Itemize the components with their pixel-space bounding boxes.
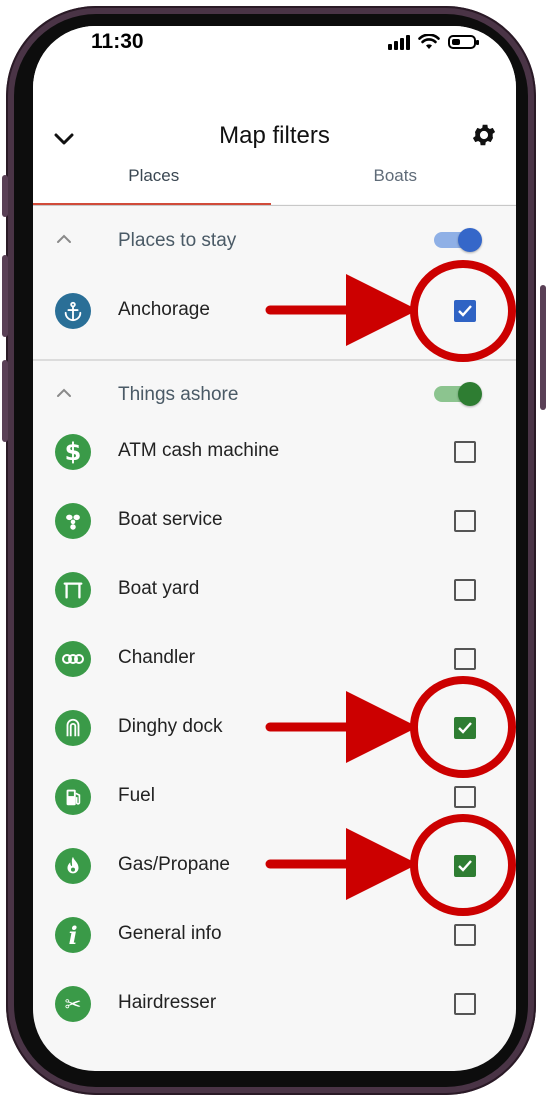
places-to-stay-toggle[interactable] [434, 228, 482, 252]
list-item-label: ATM cash machine [118, 440, 280, 461]
battery-icon [448, 35, 479, 49]
status-time: 11:30 [91, 30, 144, 53]
chandler-checkbox[interactable] [454, 648, 476, 670]
status-icons [388, 34, 479, 50]
dollar-icon: $ [55, 434, 91, 470]
list-item-label: Anchorage [118, 299, 210, 320]
list-item-boat-yard[interactable]: Boat yard [33, 555, 516, 624]
list-item-boat-service[interactable]: Boat service [33, 486, 516, 555]
volume-down-button [2, 360, 8, 442]
list-item-label: Hairdresser [118, 992, 217, 1013]
list-item-label: Chandler [118, 647, 196, 668]
boat-service-checkbox[interactable] [454, 510, 476, 532]
wifi-icon [418, 34, 440, 49]
list-item-label: Boat yard [118, 578, 200, 599]
chevron-up-icon[interactable] [55, 230, 73, 248]
list-item-atm[interactable]: $ ATM cash machine [33, 417, 516, 486]
things-ashore-toggle[interactable] [434, 382, 482, 406]
dinghy-dock-checkbox[interactable] [454, 717, 476, 739]
fuel-icon [55, 779, 91, 815]
dinghy-icon [55, 710, 91, 746]
list-item-gas-propane[interactable]: Gas/Propane [33, 831, 516, 900]
list-item-label: Dinghy dock [118, 716, 223, 737]
section-title: Things ashore [118, 384, 239, 405]
gas-propane-checkbox[interactable] [454, 855, 476, 877]
screen: 11:30 Map filters Places Boats Places to… [33, 26, 516, 1071]
general-info-checkbox[interactable] [454, 924, 476, 946]
anchor-icon [55, 293, 91, 329]
list-item-anchorage[interactable]: Anchorage [33, 276, 516, 345]
atm-checkbox[interactable] [454, 441, 476, 463]
gear-icon[interactable] [470, 121, 498, 149]
scissors-icon: ✂ [55, 986, 91, 1022]
propeller-icon [55, 503, 91, 539]
tab-boats-label: Boats [373, 166, 417, 185]
fuel-checkbox[interactable] [454, 786, 476, 808]
section-title: Places to stay [118, 230, 237, 251]
tab-bar: Places Boats [33, 154, 516, 206]
volume-up-button [2, 255, 8, 337]
hairdresser-checkbox[interactable] [454, 993, 476, 1015]
status-bar: 11:30 [33, 26, 516, 66]
tab-places[interactable]: Places [33, 154, 275, 206]
chandler-icon [55, 641, 91, 677]
tabs-divider [33, 205, 516, 206]
list-item-hairdresser[interactable]: ✂ Hairdresser [33, 969, 516, 1038]
chevron-up-icon[interactable] [55, 384, 73, 402]
tab-boats[interactable]: Boats [275, 154, 517, 206]
power-button [540, 285, 546, 410]
boat-yard-icon [55, 572, 91, 608]
boat-yard-checkbox[interactable] [454, 579, 476, 601]
flame-icon [55, 848, 91, 884]
list-item-chandler[interactable]: Chandler [33, 624, 516, 693]
page-title: Map filters [219, 122, 330, 149]
list-item-label: General info [118, 923, 222, 944]
list-item-dinghy-dock[interactable]: Dinghy dock [33, 693, 516, 762]
signal-icon [388, 34, 410, 50]
list-item-label: Gas/Propane [118, 854, 230, 875]
tab-places-label: Places [128, 166, 180, 185]
list-item-general-info[interactable]: i General info [33, 900, 516, 969]
mute-switch [2, 175, 8, 217]
list-item-label: Boat service [118, 509, 223, 530]
section-divider [33, 359, 516, 361]
list-item-fuel[interactable]: Fuel [33, 762, 516, 831]
section-header-places-to-stay[interactable]: Places to stay [33, 212, 516, 272]
anchorage-checkbox[interactable] [454, 300, 476, 322]
info-icon: i [55, 917, 91, 953]
list-item-label: Fuel [118, 785, 155, 806]
